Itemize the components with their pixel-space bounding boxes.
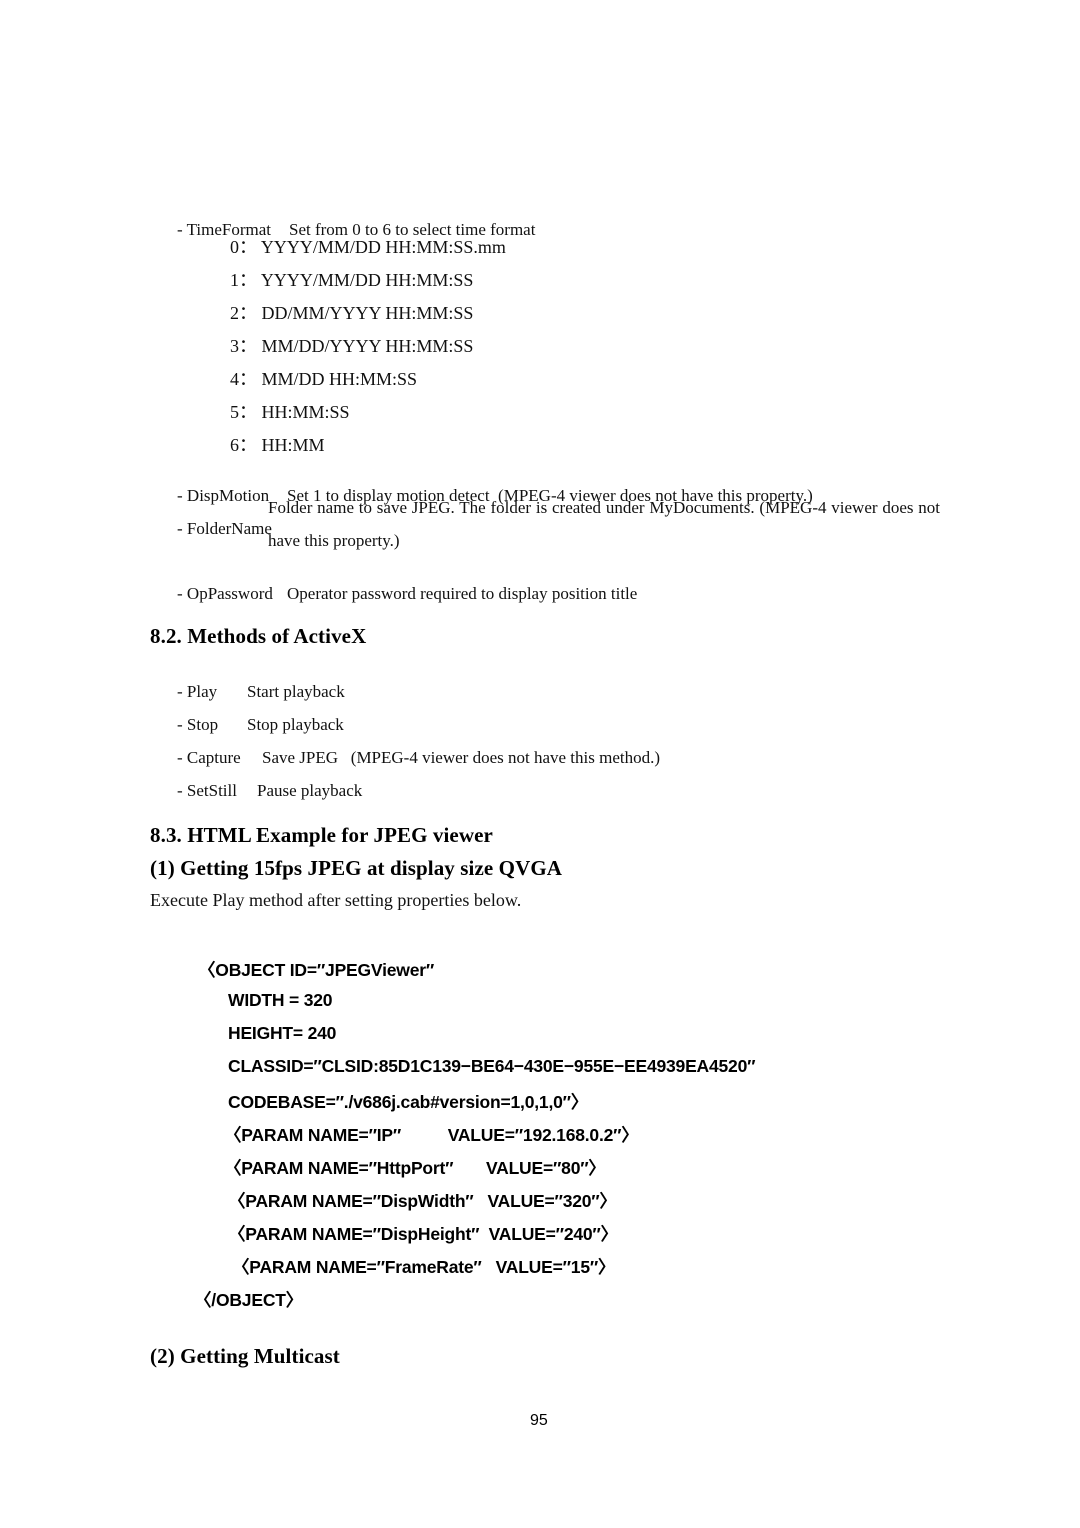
timeformat-option: 6： HH:MM: [230, 435, 325, 455]
code-line: 〈PARAM NAME=″IP″ VALUE=″192.168.0.2″〉: [224, 1125, 639, 1145]
page-number: 95: [530, 1412, 548, 1429]
property-label: - OpPassword: [177, 584, 273, 603]
timeformat-option: 4： MM/DD HH:MM:SS: [230, 369, 418, 389]
property-description: Operator password required to display po…: [287, 584, 638, 603]
code-line: 〈PARAM NAME=″FrameRate″ VALUE=″15″〉: [232, 1257, 616, 1277]
timeformat-option: 1： YYYY/MM/DD HH:MM:SS: [230, 270, 474, 290]
method-label: - SetStill: [177, 781, 237, 800]
timeformat-option: 2： DD/MM/YYYY HH:MM:SS: [230, 303, 474, 323]
section-subheading-multicast: (2) Getting Multicast: [150, 1344, 340, 1368]
method-description: Pause playback: [257, 781, 363, 800]
code-line: CLASSID=″CLSID:85D1C139−BE64−430E−955E−E…: [228, 1056, 756, 1076]
code-line: CODEBASE=″./v686j.cab#version=1,0,1,0″〉: [228, 1092, 589, 1112]
timeformat-option: 0： YYYY/MM/DD HH:MM:SS.mm: [230, 237, 506, 257]
code-line: 〈OBJECT ID=″JPEGViewer″: [198, 960, 435, 980]
timeformat-option: 5： HH:MM:SS: [230, 402, 350, 422]
section-subheading-qvga: (1) Getting 15fps JPEG at display size Q…: [150, 856, 563, 880]
section-heading-methods: 8.2. Methods of ActiveX: [150, 624, 367, 648]
code-line: HEIGHT= 240: [228, 1023, 337, 1043]
code-line: WIDTH = 320: [228, 990, 333, 1010]
code-line: 〈PARAM NAME=″HttpPort″ VALUE=″80″〉: [224, 1158, 606, 1178]
method-row-setstill: - SetStill Pause playback: [160, 761, 362, 821]
html-example-intro: Execute Play method after setting proper…: [150, 890, 522, 910]
code-line: 〈/OBJECT〉: [194, 1290, 304, 1310]
code-line: 〈PARAM NAME=″DispHeight″ VALUE=″240″〉: [228, 1224, 618, 1244]
document-page: - TimeFormat Set from 0 to 6 to select ti…: [0, 0, 1080, 1528]
timeformat-option: 3： MM/DD/YYYY HH:MM:SS: [230, 336, 474, 356]
property-row-oppassword: - OpPassword Operator password required t…: [160, 564, 637, 624]
section-heading-html-example: 8.3. HTML Example for JPEG viewer: [150, 823, 493, 847]
property-description: Folder name to save JPEG. The folder is …: [268, 498, 940, 550]
code-line: 〈PARAM NAME=″DispWidth″ VALUE=″320″〉: [228, 1191, 617, 1211]
